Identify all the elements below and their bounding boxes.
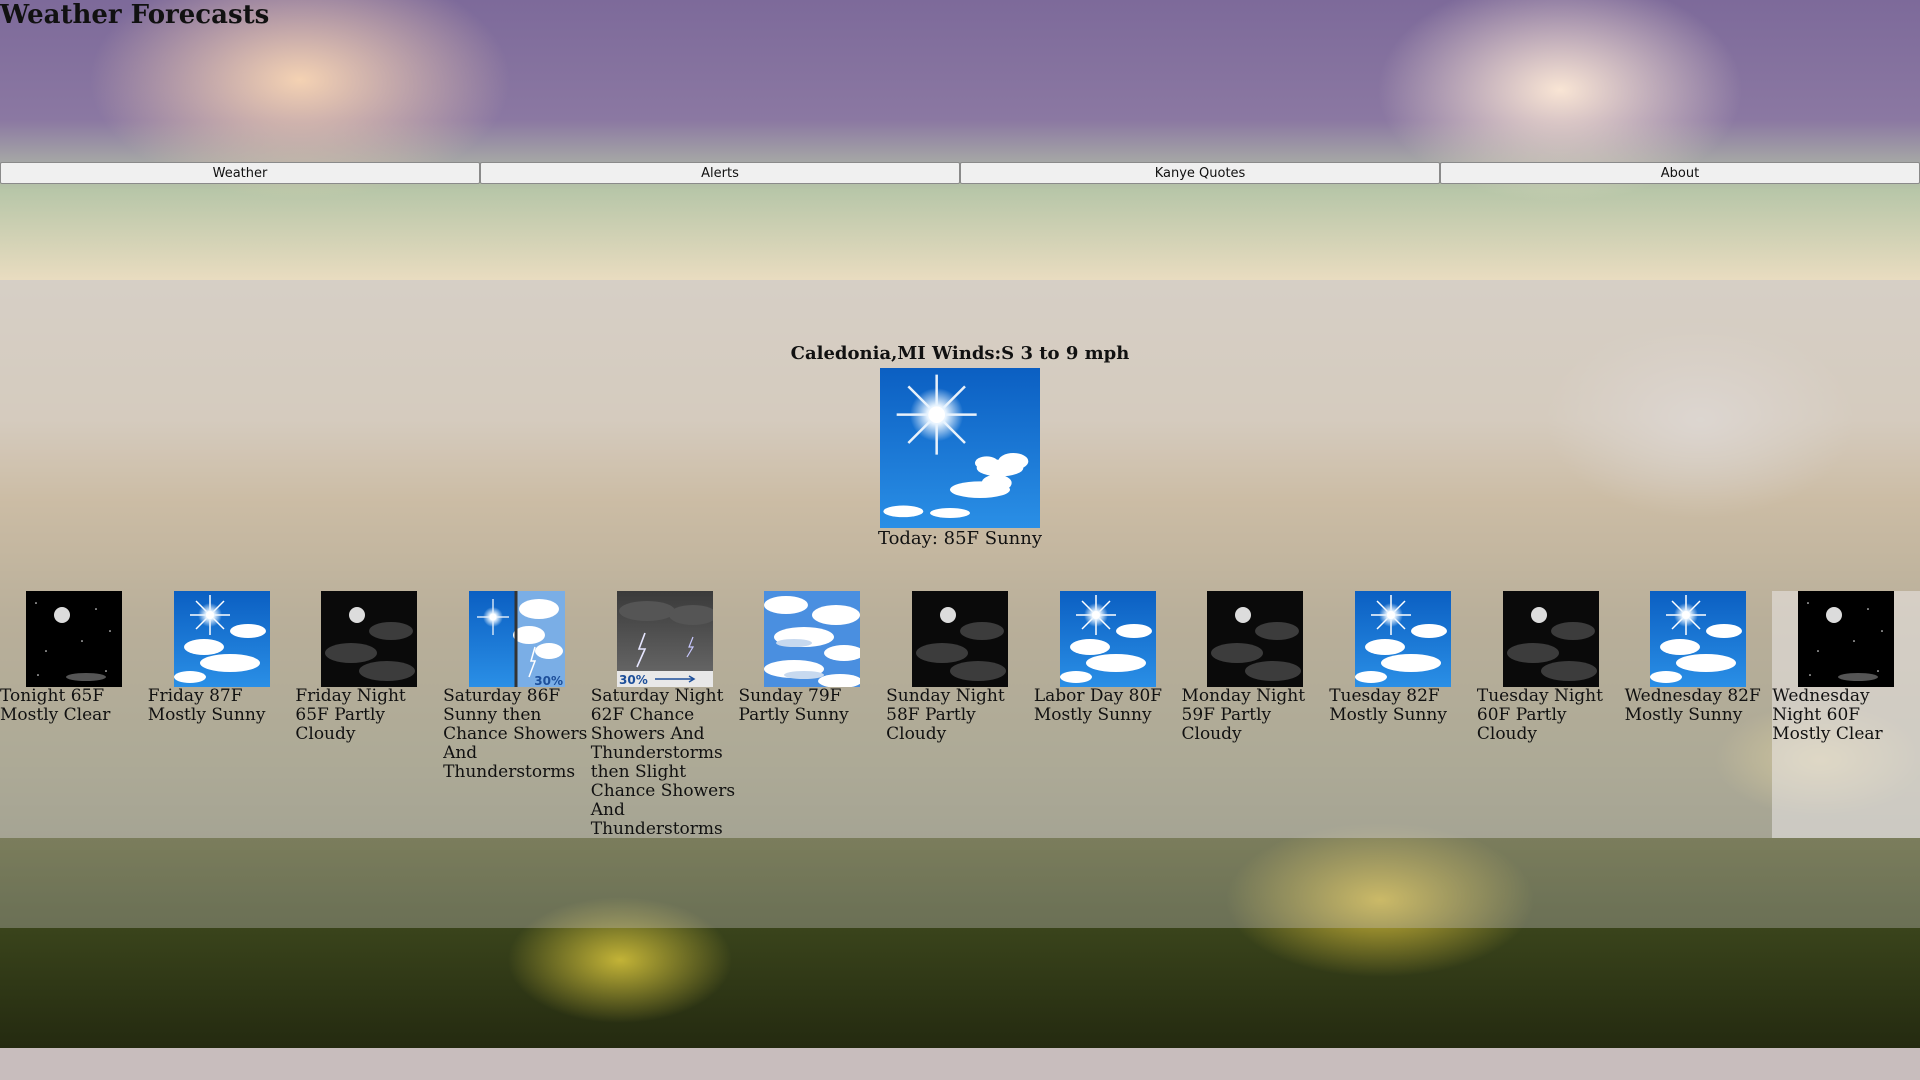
night-clear-icon	[25, 591, 122, 687]
thunderstorm-icon: 30%	[616, 591, 713, 687]
mostly-sunny-icon	[1059, 591, 1156, 687]
forecast-item: Tonight 65F Mostly Clear	[0, 591, 148, 839]
forecast-item: 30% Saturday 86F Sunny then Chance Showe…	[443, 591, 591, 839]
forecast-text: Sunday 79F Partly Sunny	[738, 686, 849, 725]
current-conditions: Caledonia,MI Winds:S 3 to 9 mph Today: 8…	[0, 342, 1920, 550]
forecast-text: Monday Night 59F Partly Cloudy	[1181, 686, 1306, 744]
forecast-text: Labor Day 80F Mostly Sunny	[1033, 686, 1163, 725]
forecast-text: Saturday Night 62F Chance Showers And Th…	[590, 686, 736, 839]
forecast-item: Tuesday 82F Mostly Sunny	[1329, 591, 1477, 839]
nav-alerts-button[interactable]: Alerts	[480, 162, 960, 184]
forecast-item: Wednesday Night 60F Mostly Clear	[1772, 591, 1920, 838]
forecast-item: Wednesday 82F Mostly Sunny	[1625, 591, 1773, 839]
mostly-sunny-icon	[173, 591, 270, 687]
forecast-text: Wednesday Night 60F Mostly Clear	[1772, 686, 1883, 744]
forecast-text: Tonight 65F Mostly Clear	[0, 686, 111, 725]
precip-label: 30%	[619, 673, 648, 687]
weather-panel-footer	[0, 838, 1920, 928]
night-partly-cloudy-icon	[321, 591, 418, 687]
mostly-sunny-icon	[1355, 591, 1452, 687]
forecast-text: Tuesday 82F Mostly Sunny	[1329, 686, 1447, 725]
forecast-text: Friday 87F Mostly Sunny	[147, 686, 266, 725]
nav-kanye-quotes-button[interactable]: Kanye Quotes	[960, 162, 1440, 184]
forecast-item: Labor Day 80F Mostly Sunny	[1034, 591, 1182, 839]
forecast-text: Wednesday 82F Mostly Sunny	[1624, 686, 1761, 725]
forecast-item: Friday Night 65F Partly Cloudy	[295, 591, 443, 839]
forecast-item: Sunday 79F Partly Sunny	[738, 591, 886, 839]
forecast-item: Tuesday Night 60F Partly Cloudy	[1477, 591, 1625, 839]
location-winds: Caledonia,MI Winds:S 3 to 9 mph	[790, 343, 1130, 364]
nav-about-button[interactable]: About	[1440, 162, 1920, 184]
forecast-item: Friday 87F Mostly Sunny	[148, 591, 296, 839]
forecast-list: Tonight 65F Mostly Clear Friday 87F Most…	[0, 591, 1920, 839]
forecast-text: Tuesday Night 60F Partly Cloudy	[1476, 686, 1603, 744]
sunny-then-storm-icon: 30%	[468, 591, 565, 687]
forecast-item: Monday Night 59F Partly Cloudy	[1182, 591, 1330, 839]
forecast-text: Friday Night 65F Partly Cloudy	[295, 686, 406, 744]
page-title: Weather Forecasts	[0, 0, 270, 30]
nav-weather-button[interactable]: Weather	[0, 162, 480, 184]
forecast-item: Sunday Night 58F Partly Cloudy	[886, 591, 1034, 839]
page-bottom	[0, 1048, 1920, 1080]
forecast-text: Saturday 86F Sunny then Chance Showers A…	[443, 686, 588, 782]
forecast-text: Sunday Night 58F Partly Cloudy	[886, 686, 1005, 744]
today-summary: Today: 85F Sunny	[877, 528, 1043, 549]
night-partly-cloudy-icon	[911, 591, 1008, 687]
night-clear-icon	[1798, 591, 1895, 687]
sunny-icon	[880, 368, 1040, 528]
partly-sunny-icon	[764, 591, 861, 687]
mostly-sunny-icon	[1650, 591, 1747, 687]
night-partly-cloudy-icon	[1502, 591, 1599, 687]
night-partly-cloudy-icon	[1207, 591, 1304, 687]
main-nav: Weather Alerts Kanye Quotes About	[0, 162, 1920, 184]
forecast-item: 30% Saturday Night 62F Chance Showers An…	[591, 591, 739, 839]
